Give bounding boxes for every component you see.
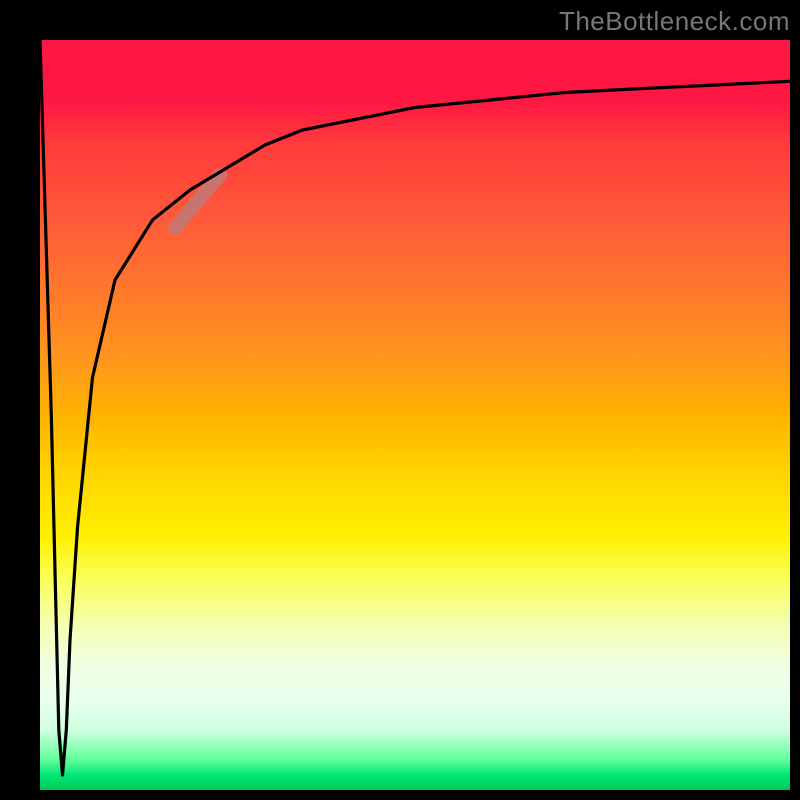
- highlight-segment: [175, 175, 220, 228]
- plot-area: [40, 40, 790, 790]
- chart-frame: TheBottleneck.com: [0, 0, 800, 800]
- watermark-text: TheBottleneck.com: [559, 6, 790, 37]
- curve-svg: [40, 40, 790, 790]
- main-curve-path: [40, 40, 790, 775]
